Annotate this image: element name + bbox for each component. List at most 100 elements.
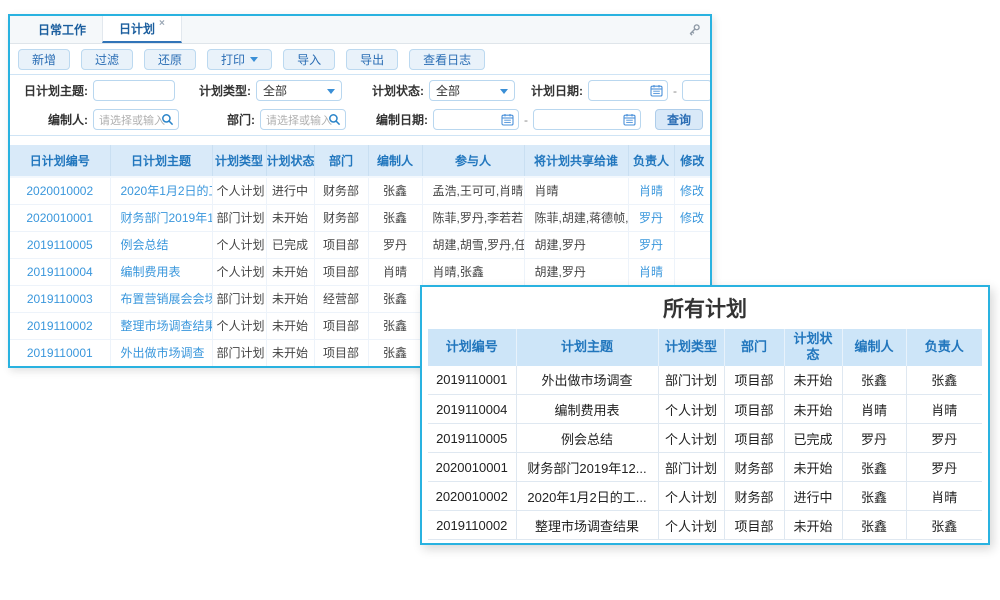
table-cell: 张鑫 — [842, 511, 906, 540]
plan-date-start-input[interactable] — [588, 80, 668, 101]
key-icon[interactable] — [686, 22, 702, 38]
cell-link[interactable]: 2019110004 — [10, 258, 110, 285]
table-cell: 肖晴 — [842, 395, 906, 424]
table-row: 20200100022020年1月2日的工作日...个人计划进行中财务部张鑫孟浩… — [10, 177, 710, 204]
table-header-row: 计划编号 计划主题 计划类型 部门 计划状态 编制人 负责人 — [428, 329, 982, 366]
table-cell: 部门计划 — [658, 366, 724, 395]
table-cell: 部门计划 — [212, 339, 266, 366]
toolbar: 新增 过滤 还原 打印 导入 导出 查看日志 — [10, 44, 710, 74]
table-cell: 肖晴 — [368, 258, 422, 285]
table-cell: 项目部 — [314, 231, 368, 258]
tab-daily-plan[interactable]: 日计划 × — [102, 16, 182, 43]
subject-input[interactable] — [93, 80, 175, 101]
search-icon[interactable] — [328, 113, 341, 126]
cell-link[interactable]: 2019110002 — [10, 312, 110, 339]
col-header-edit: 修改 — [674, 145, 710, 177]
table-row: 2019110004编制费用表个人计划项目部未开始肖晴肖晴 — [428, 395, 982, 424]
creator-combo[interactable]: 请选择或输入 — [93, 109, 179, 130]
cell-link[interactable]: 罗丹 — [628, 231, 674, 258]
table-cell: 2020010001 — [428, 453, 516, 482]
create-date-end-input[interactable] — [533, 109, 641, 130]
table-cell: 未开始 — [266, 312, 314, 339]
table-row: 2020010001财务部门2019年12...部门计划财务部未开始张鑫罗丹 — [428, 453, 982, 482]
table-cell: 项目部 — [724, 511, 784, 540]
calendar-icon[interactable] — [623, 113, 636, 126]
dept-combo[interactable]: 请选择或输入 — [260, 109, 346, 130]
chevron-down-icon — [250, 57, 258, 62]
cell-link[interactable]: 2020010002 — [10, 177, 110, 204]
page-title: 所有计划 — [422, 287, 988, 329]
cell-link[interactable]: 修改 — [674, 177, 710, 204]
cell-link[interactable]: 罗丹 — [628, 204, 674, 231]
calendar-icon[interactable] — [501, 113, 514, 126]
create-date-start-input[interactable] — [433, 109, 519, 130]
table-header-row: 日计划编号 日计划主题 计划类型 计划状态 部门 编制人 参与人 将计划共享给谁… — [10, 145, 710, 177]
table-cell: 未开始 — [266, 339, 314, 366]
cell-link[interactable]: 财务部门2019年12月的... — [110, 204, 212, 231]
table-cell: 项目部 — [314, 339, 368, 366]
tab-bar: 日常工作 日计划 × — [10, 16, 710, 44]
table-cell: 个人计划 — [212, 258, 266, 285]
cell-link[interactable]: 修改 — [674, 204, 710, 231]
table-cell: 项目部 — [724, 424, 784, 453]
col-header-type: 计划类型 — [212, 145, 266, 177]
table-cell: 经营部 — [314, 285, 368, 312]
table-cell: 外出做市场调查 — [516, 366, 658, 395]
table-row: 2019110005例会总结个人计划项目部已完成罗丹罗丹 — [428, 424, 982, 453]
tab-daily-work[interactable]: 日常工作 — [22, 16, 102, 43]
cell-link[interactable]: 整理市场调查结果 — [110, 312, 212, 339]
table-cell: 未开始 — [784, 453, 842, 482]
cell-link[interactable]: 2020年1月2日的工作日... — [110, 177, 212, 204]
view-log-button[interactable]: 查看日志 — [409, 49, 485, 70]
table-row: 2019110002整理市场调查结果个人计划项目部未开始张鑫张鑫 — [428, 511, 982, 540]
table-cell: 个人计划 — [658, 424, 724, 453]
print-button[interactable]: 打印 — [207, 49, 272, 70]
cell-link[interactable]: 外出做市场调查 — [110, 339, 212, 366]
add-button[interactable]: 新增 — [18, 49, 70, 70]
cell-link[interactable]: 2019110005 — [10, 231, 110, 258]
plan-status-select[interactable]: 全部 — [429, 80, 515, 101]
plan-date-end-input[interactable] — [682, 80, 712, 101]
col-header-type: 计划类型 — [658, 329, 724, 366]
table-cell: 2019110005 — [428, 424, 516, 453]
col-header-creator: 编制人 — [842, 329, 906, 366]
table-cell: 张鑫 — [368, 177, 422, 204]
table-cell: 部门计划 — [658, 453, 724, 482]
filter-row-2: 编制人: 请选择或输入 部门: 请选择或输入 — [10, 105, 710, 134]
table-cell: 孟浩,王可可,肖晴,张鑫 — [422, 177, 524, 204]
plan-date-label: 计划日期: — [525, 82, 583, 99]
col-header-share-with: 将计划共享给谁 — [524, 145, 628, 177]
cell-link[interactable]: 编制费用表 — [110, 258, 212, 285]
col-header-dept: 部门 — [314, 145, 368, 177]
table-cell: 张鑫 — [368, 339, 422, 366]
query-button[interactable]: 查询 — [655, 109, 703, 130]
import-button[interactable]: 导入 — [283, 49, 335, 70]
filter-button[interactable]: 过滤 — [81, 49, 133, 70]
export-button[interactable]: 导出 — [346, 49, 398, 70]
close-icon[interactable]: × — [159, 19, 165, 29]
plan-type-select[interactable]: 全部 — [256, 80, 342, 101]
cell-link[interactable]: 例会总结 — [110, 231, 212, 258]
calendar-icon[interactable] — [650, 84, 663, 97]
table-cell: 未开始 — [266, 204, 314, 231]
cell-link[interactable]: 肖晴 — [628, 258, 674, 285]
cell-link[interactable]: 布置营销展会会场 — [110, 285, 212, 312]
cell-link[interactable]: 2020010001 — [10, 204, 110, 231]
all-plans-window: 所有计划 计划编号 计划主题 计划类型 部门 计划状态 编制人 负责人 2019… — [420, 285, 990, 545]
table-cell: 项目部 — [724, 366, 784, 395]
table-cell: 2019110001 — [428, 366, 516, 395]
cell-link[interactable]: 2019110003 — [10, 285, 110, 312]
cell-link[interactable]: 2019110001 — [10, 339, 110, 366]
plan-status-label: 计划状态: — [364, 82, 424, 99]
range-dash: - — [673, 84, 677, 98]
col-header-owner: 负责人 — [906, 329, 982, 366]
table-cell: 项目部 — [724, 395, 784, 424]
creator-label: 编制人: — [16, 111, 88, 128]
cell-link[interactable]: 肖晴 — [628, 177, 674, 204]
table-cell: 2019110004 — [428, 395, 516, 424]
table-cell: 个人计划 — [212, 312, 266, 339]
restore-button[interactable]: 还原 — [144, 49, 196, 70]
table-cell: 未开始 — [266, 258, 314, 285]
search-icon[interactable] — [161, 113, 174, 126]
plan-type-label: 计划类型: — [191, 82, 251, 99]
